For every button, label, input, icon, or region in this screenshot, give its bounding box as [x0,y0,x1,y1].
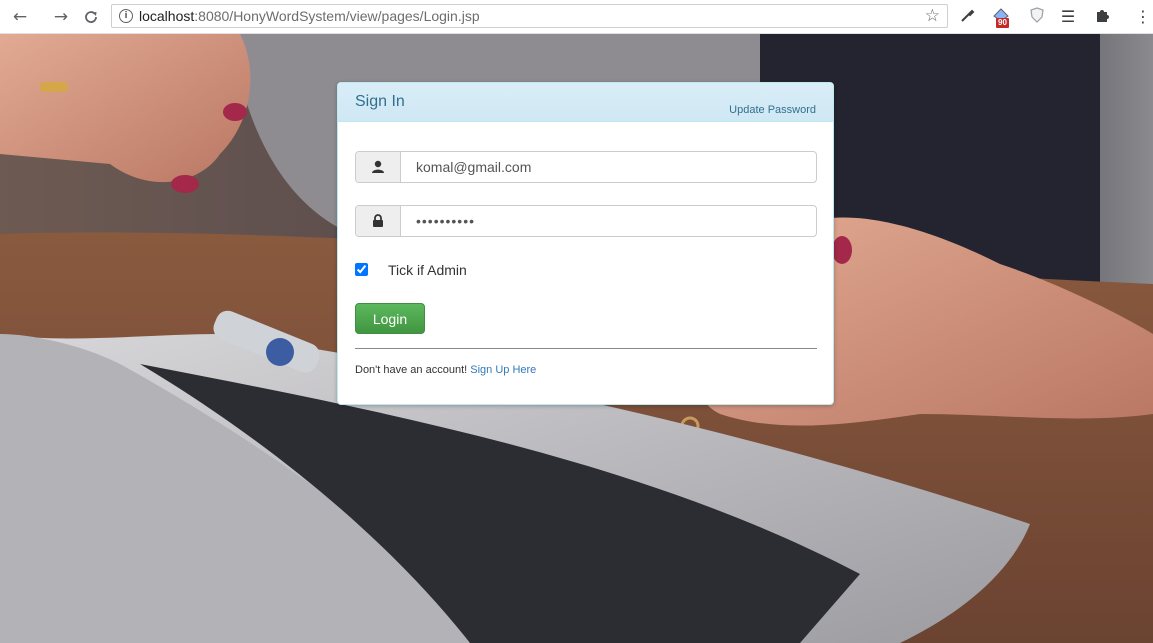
browser-toolbar: ← → i localhost:8080/HonyWordSystem/view… [0,0,1153,34]
url-text[interactable]: localhost:8080/HonyWordSystem/view/pages… [139,8,480,24]
admin-checkbox[interactable] [355,263,368,276]
forward-arrow-icon[interactable]: → [50,6,72,28]
url-path: :8080/HonyWordSystem/view/pages/Login.js… [194,8,480,24]
panel-heading: Sign In Update Password [338,83,833,122]
url-host: localhost [139,8,195,24]
list-extension-icon[interactable]: ☰ [1058,7,1078,27]
password-input-group [355,205,817,237]
extension-badge-icon[interactable]: 90 [990,7,1012,28]
back-arrow-icon[interactable]: ← [9,6,31,28]
password-field[interactable] [400,206,816,236]
email-field[interactable] [400,152,816,182]
lock-icon [356,206,401,236]
extension-badge-count: 90 [996,18,1009,28]
admin-checkbox-label: Tick if Admin [388,262,467,278]
sign-in-title: Sign In [355,93,405,110]
kebab-menu-icon[interactable]: ⋮ [1135,7,1151,27]
sign-up-link[interactable]: Sign Up Here [470,364,536,376]
shield-extension-icon[interactable] [1027,7,1047,27]
address-bar[interactable]: i localhost:8080/HonyWordSystem/view/pag… [111,4,948,28]
divider [355,348,817,349]
signup-prompt: Don't have an account! Sign Up Here [355,364,536,376]
login-button[interactable]: Login [355,303,425,334]
login-panel: Sign In Update Password Tick if Admin Lo… [337,82,834,405]
update-password-link[interactable]: Update Password [729,104,816,116]
puzzle-extension-icon[interactable] [1092,7,1112,27]
no-account-text: Don't have an account! [355,364,468,376]
info-icon[interactable]: i [119,9,133,23]
email-input-group [355,151,817,183]
user-icon [356,152,401,182]
reload-icon[interactable] [80,6,102,28]
star-icon[interactable]: ☆ [925,6,940,26]
eyedropper-icon[interactable] [958,7,978,27]
